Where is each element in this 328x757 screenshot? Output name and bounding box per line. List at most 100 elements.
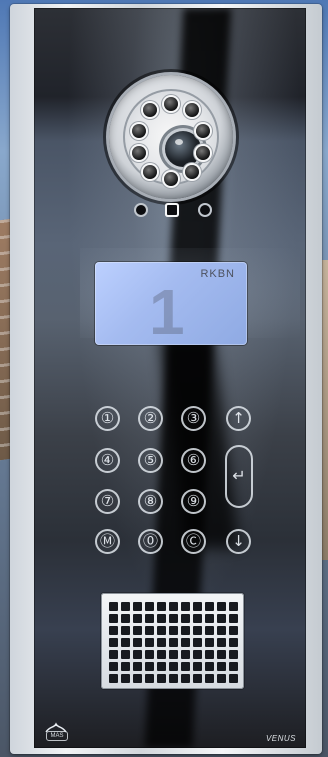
speaker-hole: [133, 650, 142, 659]
key-enter[interactable]: ↵: [225, 445, 253, 508]
key-7[interactable]: ⑦: [95, 489, 120, 514]
speaker-hole: [145, 602, 154, 611]
speaker-hole: [133, 614, 142, 623]
speaker-hole: [181, 662, 190, 671]
ir-led-icon: [185, 103, 199, 117]
key-8[interactable]: ⑧: [138, 489, 163, 514]
speaker-hole: [109, 674, 118, 683]
speaker-hole: [217, 674, 226, 683]
key-4[interactable]: ④: [95, 448, 120, 473]
speaker-hole: [229, 662, 238, 671]
speaker-hole: [157, 602, 166, 611]
camera-icon: [109, 75, 233, 199]
speaker-hole: [133, 626, 142, 635]
key-3[interactable]: ③: [181, 406, 206, 431]
speaker-hole: [205, 650, 214, 659]
speaker-hole: [133, 638, 142, 647]
ir-led-icon: [196, 124, 210, 138]
speaker-hole: [205, 602, 214, 611]
model-name: VENUS: [265, 734, 296, 743]
speaker-hole: [169, 614, 178, 623]
key-9[interactable]: ⑨: [181, 489, 206, 514]
speaker-hole: [193, 650, 202, 659]
speaker-hole: [229, 674, 238, 683]
key-5[interactable]: ⑤: [138, 448, 163, 473]
intercom-scene: RKBN 1 ① ② ③ ↑ ④ ⑤ ⑥ ↵ ⑦ ⑧ ⑨ Ⓜ ⓪ Ⓒ ↓ MAS…: [0, 0, 328, 757]
speaker-hole: [217, 626, 226, 635]
ir-led-icon: [132, 146, 146, 160]
speaker-hole: [109, 626, 118, 635]
key-menu[interactable]: Ⓜ: [95, 529, 120, 554]
speaker-hole: [121, 674, 130, 683]
speaker-hole: [121, 650, 130, 659]
camera-ring: [123, 89, 219, 186]
status-led-left: [136, 205, 146, 215]
speaker-hole: [205, 614, 214, 623]
speaker-hole: [181, 614, 190, 623]
speaker-hole: [217, 638, 226, 647]
lens-glint: [175, 139, 183, 145]
ir-led-icon: [143, 103, 157, 117]
key-clear[interactable]: Ⓒ: [181, 529, 206, 554]
speaker-hole: [157, 662, 166, 671]
speaker-hole: [181, 674, 190, 683]
ir-led-icon: [196, 146, 210, 160]
speaker-hole: [133, 662, 142, 671]
speaker-hole: [157, 674, 166, 683]
speaker-hole: [145, 674, 154, 683]
speaker-hole: [229, 602, 238, 611]
speaker-hole: [193, 674, 202, 683]
status-led-square: [167, 205, 177, 215]
ir-led-icon: [185, 165, 199, 179]
speaker-hole: [157, 614, 166, 623]
status-led-right: [200, 205, 210, 215]
key-2[interactable]: ②: [138, 406, 163, 431]
speaker-hole: [121, 626, 130, 635]
speaker-hole: [181, 626, 190, 635]
speaker-hole: [109, 662, 118, 671]
speaker-grille-icon: [101, 593, 244, 689]
speaker-hole: [169, 626, 178, 635]
speaker-hole: [205, 638, 214, 647]
brand-mark-text: MAS: [46, 731, 68, 741]
speaker-hole: [205, 674, 214, 683]
speaker-hole: [157, 638, 166, 647]
speaker-hole: [133, 602, 142, 611]
speaker-hole: [157, 626, 166, 635]
speaker-hole: [121, 638, 130, 647]
speaker-hole: [145, 638, 154, 647]
speaker-hole: [121, 662, 130, 671]
key-1[interactable]: ①: [95, 406, 120, 431]
key-0[interactable]: ⓪: [138, 529, 163, 554]
speaker-hole: [193, 602, 202, 611]
camera-lens: [165, 131, 201, 167]
ir-led-icon: [164, 97, 178, 111]
speaker-hole: [145, 626, 154, 635]
speaker-hole: [157, 650, 166, 659]
speaker-hole: [169, 662, 178, 671]
speaker-hole: [193, 614, 202, 623]
speaker-hole: [169, 638, 178, 647]
speaker-hole: [121, 602, 130, 611]
display-number: 1: [149, 276, 185, 345]
speaker-hole: [109, 638, 118, 647]
speaker-hole: [205, 626, 214, 635]
speaker-hole: [145, 662, 154, 671]
speaker-hole: [181, 602, 190, 611]
speaker-hole: [145, 614, 154, 623]
intercom-panel: RKBN 1 ① ② ③ ↑ ④ ⑤ ⑥ ↵ ⑦ ⑧ ⑨ Ⓜ ⓪ Ⓒ ↓ MAS…: [34, 8, 306, 748]
speaker-hole: [229, 650, 238, 659]
key-down[interactable]: ↓: [226, 529, 251, 554]
speaker-hole: [229, 638, 238, 647]
speaker-hole: [217, 650, 226, 659]
speaker-hole: [193, 638, 202, 647]
speaker-hole: [109, 614, 118, 623]
key-up[interactable]: ↑: [226, 406, 251, 431]
speaker-hole: [217, 662, 226, 671]
speaker-hole: [193, 662, 202, 671]
speaker-hole: [109, 602, 118, 611]
key-6[interactable]: ⑥: [181, 448, 206, 473]
speaker-hole: [109, 650, 118, 659]
speaker-hole: [169, 650, 178, 659]
ir-led-icon: [164, 172, 178, 186]
